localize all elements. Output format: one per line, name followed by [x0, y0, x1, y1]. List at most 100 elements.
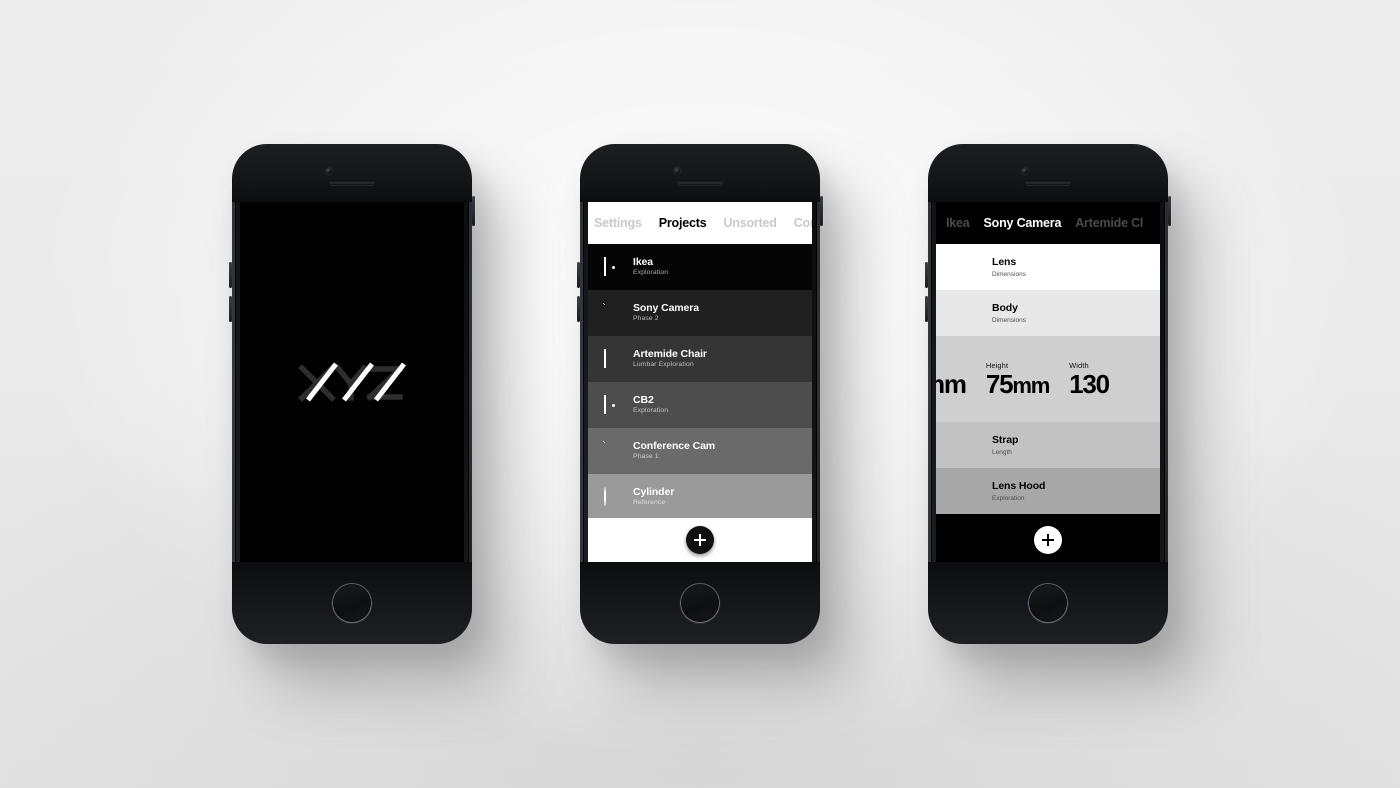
plus-icon — [1047, 534, 1049, 546]
home-button[interactable] — [333, 584, 371, 622]
list-item-title: Body — [992, 302, 1018, 314]
list-item-title: Ikea — [633, 255, 654, 268]
list-item-title: Sony Camera — [633, 301, 700, 314]
list-item-subtitle: Dimensions — [992, 317, 1026, 324]
device-stage: Settings Projects Unsorted Con Ikea Expl… — [0, 0, 1400, 788]
detail-list: Lens Dimensions Body Dimensions mm Heigh… — [936, 244, 1160, 514]
earpiece-speaker-icon — [677, 180, 723, 185]
list-item-subtitle: Phase 2 — [633, 315, 659, 323]
list-item-subtitle: Phase 1 — [633, 453, 659, 461]
plus-icon — [699, 534, 701, 546]
phone-device-projects: Settings Projects Unsorted Con Ikea Expl… — [577, 144, 823, 644]
volume-up-button[interactable] — [925, 262, 928, 288]
list-item[interactable]: Artemide Chair Lumbar Exploration — [588, 336, 812, 382]
list-item-subtitle: Reference — [633, 499, 666, 507]
add-project-button[interactable] — [686, 526, 714, 554]
volume-up-button[interactable] — [577, 262, 580, 288]
list-item-subtitle: Exploration — [633, 269, 669, 277]
earpiece-speaker-icon — [329, 180, 375, 185]
square-diagonal-icon — [604, 349, 622, 368]
measurement-carousel[interactable]: mm Height 75mm Width 130 — [936, 336, 1160, 422]
power-button[interactable] — [820, 196, 823, 226]
list-item-text: Artemide Chair Lumbar Exploration — [633, 349, 707, 369]
earpiece-speaker-icon — [1025, 180, 1071, 185]
power-button[interactable] — [472, 196, 475, 226]
list-item-subtitle: Lumbar Exploration — [633, 361, 694, 369]
power-button[interactable] — [1168, 196, 1171, 226]
circle-icon — [604, 487, 622, 506]
volume-down-button[interactable] — [577, 296, 580, 322]
volume-up-button[interactable] — [229, 262, 232, 288]
tab-settings[interactable]: Settings — [594, 216, 642, 230]
list-item[interactable]: Conference Cam Phase 1 — [588, 428, 812, 474]
phone-top-bezel — [580, 144, 820, 202]
tab-artemide-chair[interactable]: Artemide Cl — [1075, 216, 1143, 230]
list-item[interactable]: Lens Hood Exploration — [936, 468, 1160, 514]
phone-device-splash — [229, 144, 475, 644]
detail-fab-bar — [936, 518, 1160, 562]
xyz-logo-icon — [298, 362, 406, 402]
triangle-fill-icon — [604, 442, 622, 460]
volume-down-button[interactable] — [229, 296, 232, 322]
list-item[interactable]: CB2 Exploration — [588, 382, 812, 428]
list-item-title: Strap — [992, 434, 1019, 446]
list-item-subtitle: Exploration — [992, 495, 1025, 502]
projects-fab-bar — [588, 518, 812, 562]
list-item[interactable]: Lens Dimensions — [936, 244, 1160, 290]
splash-screen — [240, 202, 464, 562]
list-item-text: Cylinder Reference — [633, 487, 674, 507]
measurement-item-width[interactable]: Width 130 — [1069, 361, 1110, 399]
list-item[interactable]: Sony Camera Phase 2 — [588, 290, 812, 336]
tab-unsorted[interactable]: Unsorted — [723, 216, 776, 230]
measurement-value: mm — [936, 369, 967, 399]
front-camera-icon — [1022, 168, 1028, 174]
home-button[interactable] — [681, 584, 719, 622]
phone-one-screen — [240, 202, 464, 562]
phone-bottom-bezel — [232, 562, 472, 644]
measurement-value: 75mm — [985, 369, 1050, 399]
list-item-title: CB2 — [633, 393, 654, 406]
list-item[interactable]: Ikea Exploration — [588, 244, 812, 290]
list-item-subtitle: Length — [992, 449, 1012, 456]
list-item[interactable]: Strap Length — [936, 422, 1160, 468]
front-camera-icon — [674, 168, 680, 174]
measurement-item-height[interactable]: Height 75mm — [985, 361, 1050, 399]
list-item-subtitle: Exploration — [633, 407, 669, 415]
phone-device-detail: Ikea Sony Camera Artemide Cl Lens Dimens… — [925, 144, 1171, 644]
volume-down-button[interactable] — [925, 296, 928, 322]
phone-three-screen: Ikea Sony Camera Artemide Cl Lens Dimens… — [936, 202, 1160, 562]
triangle-fill-icon — [604, 304, 622, 322]
tab-sony-camera[interactable]: Sony Camera — [984, 216, 1062, 230]
list-item-text: Ikea Exploration — [633, 257, 668, 277]
phone-top-bezel — [232, 144, 472, 202]
tab-concepts[interactable]: Con — [794, 216, 812, 230]
detail-navbar: Ikea Sony Camera Artemide Cl — [936, 202, 1160, 244]
phone-bottom-bezel — [928, 562, 1168, 644]
front-camera-icon — [326, 168, 332, 174]
list-item-text: Conference Cam Phase 1 — [633, 441, 715, 461]
list-item-title: Conference Cam — [633, 439, 716, 452]
measurement-item-clipped[interactable]: mm — [936, 361, 967, 399]
list-item-title: Artemide Chair — [633, 347, 707, 360]
projects-navbar: Settings Projects Unsorted Con — [588, 202, 812, 244]
app-logo — [294, 354, 410, 410]
measurement-unit: mm — [1012, 373, 1050, 398]
square-dot-icon — [604, 395, 622, 414]
list-item-title: Lens — [992, 256, 1017, 268]
measurement-value: 130 — [1069, 369, 1110, 399]
home-button[interactable] — [1029, 584, 1067, 622]
phone-two-screen: Settings Projects Unsorted Con Ikea Expl… — [588, 202, 812, 562]
list-item-text: Sony Camera Phase 2 — [633, 303, 699, 323]
tab-ikea[interactable]: Ikea — [946, 216, 970, 230]
list-item-text: CB2 Exploration — [633, 395, 668, 415]
phone-bottom-bezel — [580, 562, 820, 644]
square-dot-icon — [604, 257, 622, 276]
list-item-title: Cylinder — [633, 485, 675, 498]
list-item-title: Lens Hood — [992, 480, 1046, 492]
projects-list: Ikea Exploration Sony Camera Phase 2 Art… — [588, 244, 812, 520]
add-measurement-button[interactable] — [1034, 526, 1062, 554]
tab-projects[interactable]: Projects — [659, 216, 707, 230]
list-item-subtitle: Dimensions — [992, 271, 1026, 278]
list-item[interactable]: Cylinder Reference — [588, 474, 812, 520]
list-item[interactable]: Body Dimensions — [936, 290, 1160, 336]
